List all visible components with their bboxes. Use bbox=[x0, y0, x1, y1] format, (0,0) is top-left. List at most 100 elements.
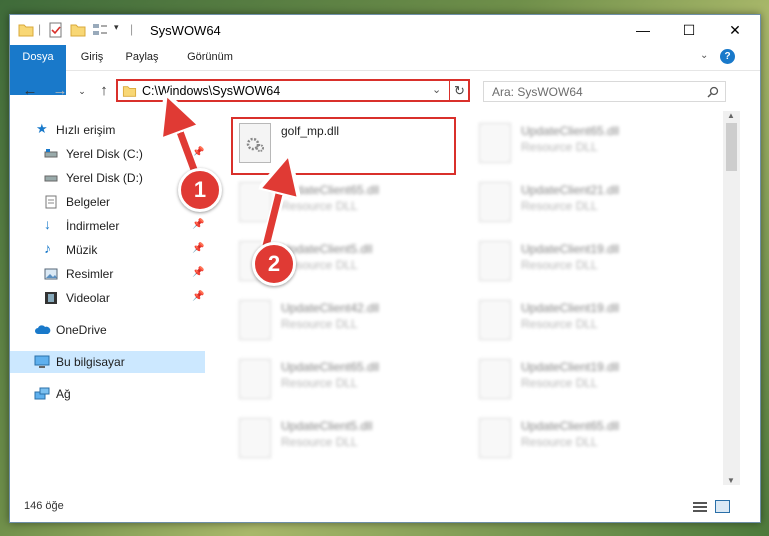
file-name: UpdateClient65.dll bbox=[521, 419, 620, 433]
sidebar-item-label: Bu bilgisayar bbox=[56, 355, 125, 369]
file-name: UpdateClient19.dll bbox=[521, 301, 620, 315]
star-icon: ★ bbox=[36, 121, 48, 136]
sidebar-item-drive-d[interactable]: Yerel Disk (D:) 📌 bbox=[10, 167, 205, 189]
sidebar-item-downloads[interactable]: ↓ İndirmeler 📌 bbox=[10, 215, 205, 237]
sidebar-item-label: Resimler bbox=[66, 267, 114, 281]
sidebar-item-music[interactable]: ♪ Müzik 📌 bbox=[10, 239, 205, 261]
drive-icon bbox=[44, 149, 58, 158]
pin-icon[interactable]: 📌 bbox=[192, 243, 204, 254]
back-button[interactable]: ← bbox=[22, 83, 38, 99]
dll-file-icon bbox=[239, 300, 271, 340]
file-name: UpdateClient19.dll bbox=[521, 242, 620, 256]
download-icon: ↓ bbox=[44, 216, 51, 232]
sidebar-item-label: OneDrive bbox=[56, 323, 107, 337]
sidebar-item-label: Belgeler bbox=[66, 195, 111, 209]
pin-icon[interactable]: 📌 bbox=[192, 267, 204, 278]
annotation-marker-2: 2 bbox=[252, 242, 296, 286]
view-options-icon[interactable] bbox=[92, 22, 108, 38]
expand-ribbon-icon[interactable]: ⌄ bbox=[700, 50, 708, 61]
file-type: Resource DLL bbox=[281, 376, 358, 390]
dll-file-icon bbox=[239, 418, 271, 458]
file-name: UpdateClient65.dll bbox=[281, 183, 380, 197]
recent-locations-button[interactable]: ⌄ bbox=[74, 83, 90, 99]
pin-icon[interactable]: 📌 bbox=[192, 219, 204, 230]
sidebar-item-label: Ağ bbox=[56, 387, 71, 401]
sidebar-item-quick-access[interactable]: ★ Hızlı erişim bbox=[10, 119, 205, 141]
close-button[interactable]: ✕ bbox=[712, 15, 758, 45]
details-view-icon[interactable] bbox=[693, 501, 707, 513]
properties-icon[interactable] bbox=[48, 22, 64, 38]
highlight-box bbox=[231, 117, 456, 175]
drive-icon bbox=[44, 175, 58, 182]
sidebar-item-label: Müzik bbox=[66, 243, 98, 257]
file-type: Resource DLL bbox=[521, 258, 598, 272]
vertical-scrollbar[interactable]: ▲ ▼ bbox=[723, 111, 740, 485]
documents-icon bbox=[45, 195, 57, 209]
address-bar[interactable]: C:\Windows\SysWOW64 ⌄ ↻ bbox=[116, 79, 470, 102]
scrollbar-thumb[interactable] bbox=[726, 123, 737, 171]
file-type: Resource DLL bbox=[521, 140, 598, 154]
large-icons-view-icon[interactable] bbox=[715, 500, 730, 513]
tab-share[interactable]: Paylaş bbox=[118, 45, 166, 70]
up-button[interactable]: ↑ bbox=[96, 83, 112, 99]
scroll-up-icon[interactable]: ▲ bbox=[727, 111, 735, 120]
file-name: UpdateClient42.dll bbox=[281, 301, 380, 315]
address-dropdown-icon[interactable]: ⌄ bbox=[432, 83, 441, 96]
sidebar-item-label: Videolar bbox=[66, 291, 110, 305]
customize-toolbar-icon[interactable]: ▾ bbox=[114, 22, 130, 38]
window-title: SysWOW64 bbox=[150, 23, 221, 38]
pin-icon[interactable]: 📌 bbox=[192, 291, 204, 302]
file-item[interactable]: UpdateClient42.dll Resource DLL bbox=[233, 296, 453, 346]
pin-icon[interactable]: 📌 bbox=[192, 147, 204, 158]
address-path: C:\Windows\SysWOW64 bbox=[142, 84, 281, 98]
new-folder-icon[interactable] bbox=[70, 22, 86, 38]
sidebar-item-onedrive[interactable]: OneDrive bbox=[10, 319, 205, 341]
scroll-down-icon[interactable]: ▼ bbox=[727, 476, 735, 485]
divider bbox=[449, 80, 450, 101]
videos-icon bbox=[45, 292, 57, 304]
navigation-pane: ★ Hızlı erişim Yerel Disk (C:) 📌 Yerel D… bbox=[10, 115, 205, 495]
file-item[interactable]: UpdateClient19.dll Resource DLL bbox=[473, 237, 693, 287]
dll-file-icon bbox=[479, 182, 511, 222]
file-type: Resource DLL bbox=[281, 317, 358, 331]
file-item[interactable]: UpdateClient65.dll Resource DLL bbox=[233, 178, 453, 228]
cloud-icon bbox=[35, 325, 51, 334]
file-item[interactable]: UpdateClient19.dll Resource DLL bbox=[473, 296, 693, 346]
status-bar: 146 öğe bbox=[10, 492, 760, 522]
search-icon[interactable] bbox=[707, 86, 719, 98]
computer-icon bbox=[34, 355, 50, 368]
sidebar-item-videos[interactable]: Videolar 📌 bbox=[10, 287, 205, 309]
help-icon[interactable]: ? bbox=[720, 49, 735, 64]
sidebar-item-label: İndirmeler bbox=[66, 219, 120, 233]
file-item[interactable]: UpdateClient65.dll Resource DLL bbox=[233, 355, 453, 405]
sidebar-item-drive-c[interactable]: Yerel Disk (C:) 📌 bbox=[10, 143, 205, 165]
dll-file-icon bbox=[479, 359, 511, 399]
sidebar-item-this-pc[interactable]: Bu bilgisayar bbox=[10, 351, 205, 373]
forward-button[interactable]: → bbox=[52, 83, 68, 99]
file-item[interactable]: UpdateClient65.dll Resource DLL bbox=[473, 119, 693, 169]
search-box[interactable]: Ara: SysWOW64 bbox=[483, 81, 726, 102]
file-type: Resource DLL bbox=[521, 376, 598, 390]
tab-home[interactable]: Giriş bbox=[72, 45, 112, 70]
sidebar-item-pictures[interactable]: Resimler 📌 bbox=[10, 263, 205, 285]
refresh-icon[interactable]: ↻ bbox=[454, 83, 465, 99]
file-item[interactable]: UpdateClient19.dll Resource DLL bbox=[473, 355, 693, 405]
maximize-button[interactable]: ☐ bbox=[666, 15, 712, 45]
tab-view[interactable]: Görünüm bbox=[180, 45, 240, 70]
file-item[interactable]: UpdateClient21.dll Resource DLL bbox=[473, 178, 693, 228]
file-type: Resource DLL bbox=[521, 317, 598, 331]
file-item[interactable]: UpdateClient5.dll Resource DLL bbox=[233, 414, 453, 464]
file-type: Resource DLL bbox=[521, 435, 598, 449]
dll-file-icon bbox=[479, 123, 511, 163]
file-name: UpdateClient21.dll bbox=[521, 183, 620, 197]
sidebar-item-network[interactable]: Ağ bbox=[10, 383, 205, 405]
sidebar-item-documents[interactable]: Belgeler 📌 bbox=[10, 191, 205, 213]
ribbon-tabs: Dosya Giriş Paylaş Görünüm ⌄ ? bbox=[10, 45, 760, 95]
title-bar: | ▾ | SysWOW64 — ☐ ✕ bbox=[10, 15, 760, 45]
sidebar-item-label: Yerel Disk (D:) bbox=[66, 171, 143, 185]
file-item[interactable]: UpdateClient65.dll Resource DLL bbox=[473, 414, 693, 464]
dll-file-icon bbox=[239, 359, 271, 399]
dll-file-icon bbox=[239, 182, 271, 222]
file-type: Resource DLL bbox=[281, 435, 358, 449]
minimize-button[interactable]: — bbox=[620, 15, 666, 45]
